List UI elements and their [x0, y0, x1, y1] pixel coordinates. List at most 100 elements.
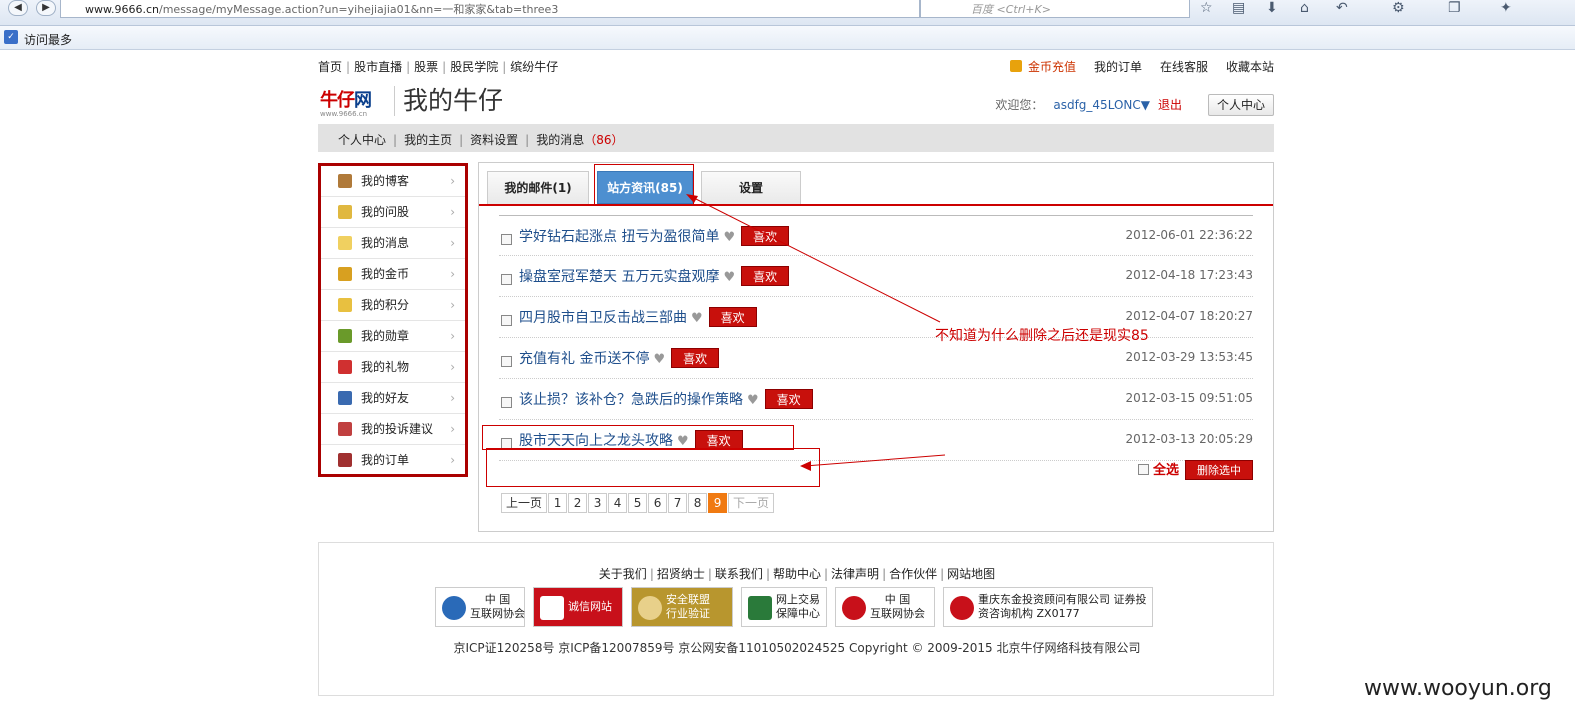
- message-date: 2012-06-01 22:36:22: [1125, 228, 1253, 242]
- footer-link[interactable]: 联系我们: [715, 567, 763, 581]
- tab-settings[interactable]: 设置: [701, 171, 801, 204]
- bookmark-most-visited[interactable]: 访问最多: [24, 33, 72, 47]
- username-link[interactable]: asdfg_45LONC▼: [1053, 98, 1150, 112]
- top-nav-link[interactable]: 缤纷牛仔: [510, 60, 558, 74]
- delete-selected-button[interactable]: 删除选中: [1185, 460, 1253, 480]
- favorite-site-link[interactable]: 收藏本站: [1226, 60, 1274, 74]
- page-number[interactable]: 1: [548, 493, 568, 513]
- badge-trade-protection[interactable]: 网上交易 保障中心: [741, 587, 827, 627]
- my-orders-link[interactable]: 我的订单: [1094, 60, 1142, 74]
- prev-page-button[interactable]: 上一页: [501, 493, 548, 513]
- url-host: www.9666.cn: [85, 3, 159, 16]
- sidebar-item[interactable]: 我的金币 ›: [321, 259, 465, 290]
- window-icon[interactable]: ❐: [1448, 0, 1461, 16]
- like-button[interactable]: 喜欢: [708, 307, 757, 327]
- message-row: 学好钻石起涨点 扭亏为盈很简单 ♥ 喜欢 2012-06-01 22:36:22: [499, 215, 1253, 256]
- subnav-my-messages[interactable]: 我的消息（86）: [536, 133, 623, 147]
- top-nav-link[interactable]: 股票: [414, 60, 438, 74]
- sidebar-item[interactable]: 我的博客 ›: [321, 166, 465, 197]
- star-icon[interactable]: ☆: [1200, 0, 1213, 16]
- top-nav: 首页 | 股市直播 | 股票 | 股民学院 | 缤纷牛仔 金币充值 我的订单 在线客服 收藏本站: [318, 58, 1274, 76]
- sidebar-item[interactable]: 我的投诉建议 ›: [321, 414, 465, 445]
- footer-link[interactable]: 网站地图: [947, 567, 995, 581]
- gear-icon[interactable]: ⚙: [1392, 0, 1405, 16]
- message-title-link[interactable]: 四月股市自卫反击战三部曲: [519, 310, 687, 326]
- top-nav-link[interactable]: 股市直播: [354, 60, 402, 74]
- download-icon[interactable]: ⬇: [1266, 0, 1278, 16]
- bookmarks-bar: ✓ 访问最多: [0, 26, 1575, 50]
- footer-link[interactable]: 合作伙伴: [889, 567, 937, 581]
- sidebar-item[interactable]: 我的勋章 ›: [321, 321, 465, 352]
- footer-link[interactable]: 法律声明: [831, 567, 879, 581]
- bookmarks-icon[interactable]: ▤: [1232, 0, 1245, 16]
- next-page-button[interactable]: 下一页: [728, 493, 775, 513]
- message-checkbox[interactable]: [501, 397, 512, 408]
- select-all-label[interactable]: 全选: [1153, 463, 1179, 478]
- page-current[interactable]: 9: [708, 493, 728, 513]
- heart-icon[interactable]: ♥: [723, 230, 735, 245]
- message-title-link[interactable]: 学好钻石起涨点 扭亏为盈很简单: [519, 229, 719, 245]
- heart-icon[interactable]: ♥: [691, 311, 703, 326]
- subnav-personal-center[interactable]: 个人中心: [338, 133, 386, 147]
- select-all-checkbox[interactable]: [1137, 464, 1149, 475]
- message-title-link[interactable]: 该止损？该补仓？急跌后的操作策略: [519, 392, 743, 408]
- annotation-tab-highlight: [594, 164, 694, 206]
- page-number[interactable]: 7: [668, 493, 688, 513]
- like-button[interactable]: 喜欢: [671, 348, 720, 368]
- back-button[interactable]: ◀: [8, 0, 28, 16]
- sidebar-item[interactable]: 我的礼物 ›: [321, 352, 465, 383]
- home-icon[interactable]: ⌂: [1300, 0, 1309, 16]
- message-row: 该止损？该补仓？急跌后的操作策略 ♥ 喜欢 2012-03-15 09:51:05: [499, 379, 1253, 420]
- coin-recharge-link[interactable]: 金币充值: [1009, 60, 1076, 74]
- message-title-link[interactable]: 充值有礼 金币送不停: [519, 351, 649, 367]
- like-button[interactable]: 喜欢: [764, 389, 813, 409]
- footer-link[interactable]: 帮助中心: [773, 567, 821, 581]
- like-button[interactable]: 喜欢: [741, 226, 790, 246]
- badge-dongjin-investment[interactable]: 重庆东金投资顾问有限公司 证券投资咨询机构 ZX0177: [943, 587, 1153, 627]
- tab-my-mail[interactable]: 我的邮件(1): [487, 171, 589, 204]
- logo-text-b: 网: [354, 90, 372, 111]
- footer-link[interactable]: 招贤纳士: [657, 567, 705, 581]
- forward-button[interactable]: ▶: [36, 0, 56, 16]
- undo-icon[interactable]: ↶: [1336, 0, 1348, 16]
- search-input[interactable]: 百度 <Ctrl+K>: [920, 0, 1190, 18]
- badge-internet-society[interactable]: 中 国 互联网协会: [435, 587, 525, 627]
- page-number[interactable]: 3: [588, 493, 608, 513]
- page-number[interactable]: 8: [688, 493, 708, 513]
- logout-link[interactable]: 退出: [1158, 98, 1182, 112]
- subnav-my-homepage[interactable]: 我的主页: [404, 133, 452, 147]
- online-service-link[interactable]: 在线客服: [1160, 60, 1208, 74]
- sidebar-item[interactable]: 我的订单 ›: [321, 445, 465, 476]
- sidebar-item[interactable]: 我的好友 ›: [321, 383, 465, 414]
- sidebar-item-label: 我的消息: [361, 236, 410, 250]
- subnav-profile-settings[interactable]: 资料设置: [470, 133, 518, 147]
- page-number[interactable]: 2: [568, 493, 588, 513]
- message-checkbox[interactable]: [501, 274, 512, 285]
- globe-icon: [442, 596, 466, 620]
- sidebar-item[interactable]: 我的积分 ›: [321, 290, 465, 321]
- message-checkbox[interactable]: [501, 356, 512, 367]
- top-nav-link[interactable]: 股民学院: [450, 60, 498, 74]
- like-button[interactable]: 喜欢: [741, 266, 790, 286]
- page-number[interactable]: 6: [648, 493, 668, 513]
- top-nav-link[interactable]: 首页: [318, 60, 342, 74]
- footer-link[interactable]: 关于我们: [599, 567, 647, 581]
- personal-center-button[interactable]: 个人中心: [1208, 94, 1274, 116]
- message-title-link[interactable]: 操盘室冠军楚天 五万元实盘观摩: [519, 269, 719, 285]
- badge-credit-site[interactable]: 诚信网站: [533, 587, 623, 627]
- site-logo[interactable]: 牛仔网 www.9666.cn: [320, 86, 386, 120]
- page-title: 我的牛仔: [394, 86, 503, 116]
- badge-security-alliance[interactable]: 安全联盟 行业验证: [631, 587, 733, 627]
- page-number[interactable]: 5: [628, 493, 648, 513]
- message-checkbox[interactable]: [501, 315, 512, 326]
- address-bar[interactable]: www.9666.cn/message/myMessage.action?un=…: [60, 0, 920, 18]
- heart-icon[interactable]: ♥: [747, 393, 759, 408]
- page-number[interactable]: 4: [608, 493, 628, 513]
- sidebar-item[interactable]: 我的消息 ›: [321, 228, 465, 259]
- badge-internet-society-2[interactable]: 中 国 互联网协会: [835, 587, 935, 627]
- heart-icon[interactable]: ♥: [653, 352, 665, 367]
- addon-icon[interactable]: ✦: [1500, 0, 1512, 16]
- sidebar-item[interactable]: 我的问股 ›: [321, 197, 465, 228]
- heart-icon[interactable]: ♥: [723, 270, 735, 285]
- message-checkbox[interactable]: [501, 234, 512, 245]
